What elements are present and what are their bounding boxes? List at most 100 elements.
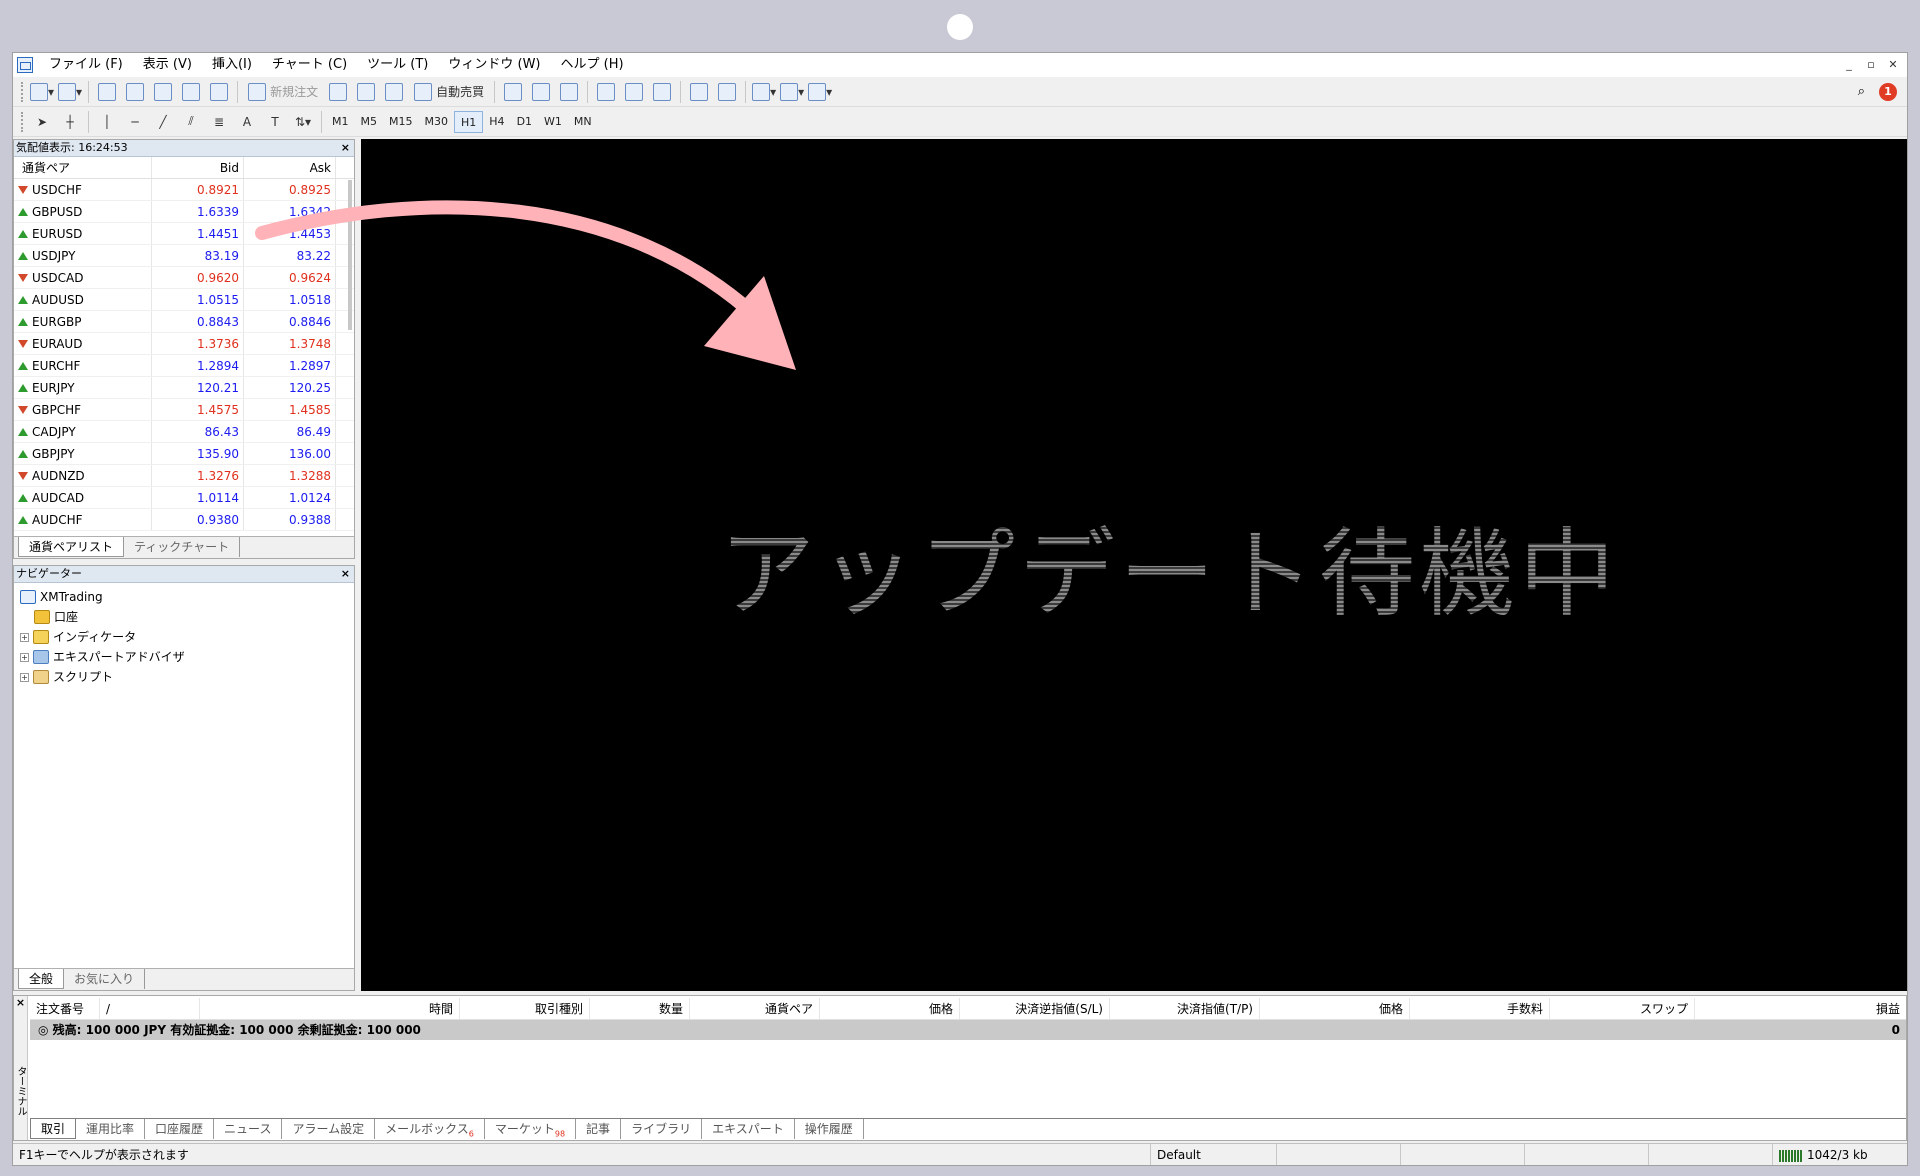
timeframe-h1[interactable]: H1 xyxy=(454,110,484,133)
community-button[interactable] xyxy=(354,80,378,104)
zoom-out-button[interactable] xyxy=(622,80,646,104)
market-watch-row[interactable]: EURAUD 1.3736 1.3748 xyxy=(14,333,354,355)
tab-library[interactable]: ライブラリ xyxy=(621,1119,703,1139)
menu-view[interactable]: 表示 (V) xyxy=(133,53,202,77)
terminal-toggle[interactable] xyxy=(179,80,203,104)
vertical-line-button[interactable]: │ xyxy=(95,110,119,134)
timeframe-mn[interactable]: MN xyxy=(568,111,598,133)
bar-chart-button[interactable] xyxy=(501,80,525,104)
market-watch-row[interactable]: USDJPY 83.19 83.22 xyxy=(14,245,354,267)
close-icon[interactable]: × xyxy=(341,566,350,582)
status-connection[interactable]: 1042/3 kb xyxy=(1773,1144,1907,1165)
col-price-current[interactable]: 価格 xyxy=(1260,998,1410,1019)
timeframe-m1[interactable]: M1 xyxy=(326,111,355,133)
market-watch-row[interactable]: EURGBP 0.8843 0.8846 xyxy=(14,311,354,333)
new-order-button[interactable]: 新規注文 xyxy=(244,80,322,104)
timeframe-m30[interactable]: M30 xyxy=(419,111,455,133)
tab-trade[interactable]: 取引 xyxy=(30,1119,77,1139)
tree-item-expert-advisors[interactable]: + エキスパートアドバイザ xyxy=(20,647,354,667)
scrollbar[interactable] xyxy=(348,180,352,330)
tab-favorites[interactable]: お気に入り xyxy=(64,969,146,989)
market-watch-row[interactable]: AUDUSD 1.0515 1.0518 xyxy=(14,289,354,311)
col-sort[interactable]: / xyxy=(100,998,200,1019)
close-icon[interactable]: × xyxy=(14,996,27,1009)
channel-button[interactable]: ⫽ xyxy=(179,110,203,134)
metaeditor-button[interactable] xyxy=(326,80,350,104)
restore-icon[interactable]: ▫ xyxy=(1863,57,1879,73)
tab-articles[interactable]: 記事 xyxy=(576,1119,622,1139)
menu-help[interactable]: ヘルプ (H) xyxy=(551,53,634,77)
menu-window[interactable]: ウィンドウ (W) xyxy=(438,53,550,77)
timeframe-w1[interactable]: W1 xyxy=(538,111,568,133)
market-watch-row[interactable]: AUDNZD 1.3276 1.3288 xyxy=(14,465,354,487)
arrows-button[interactable]: ⇅▾ xyxy=(291,110,315,134)
horizontal-line-button[interactable]: ─ xyxy=(123,110,147,134)
col-price[interactable]: 価格 xyxy=(820,998,960,1019)
col-tp[interactable]: 決済指値(T/P) xyxy=(1110,998,1260,1019)
tree-item-accounts[interactable]: 口座 xyxy=(20,607,354,627)
tab-account-history[interactable]: 口座履歴 xyxy=(145,1119,215,1139)
col-profit[interactable]: 損益 xyxy=(1695,998,1906,1019)
auto-trade-button[interactable]: 自動売買 xyxy=(410,80,488,104)
menu-chart[interactable]: チャート (C) xyxy=(262,53,357,77)
market-watch-row[interactable]: EURJPY 120.21 120.25 xyxy=(14,377,354,399)
trendline-button[interactable]: ╱ xyxy=(151,110,175,134)
expand-icon[interactable]: + xyxy=(20,632,29,642)
market-watch-toggle[interactable] xyxy=(95,80,119,104)
market-watch-row[interactable]: GBPUSD 1.6339 1.6342 xyxy=(14,201,354,223)
navigator-toggle[interactable] xyxy=(151,80,175,104)
minimize-icon[interactable]: _ xyxy=(1841,57,1857,73)
notification-badge[interactable]: 1 xyxy=(1879,82,1897,101)
col-ask[interactable]: Ask xyxy=(244,157,336,178)
market-watch-row[interactable]: EURUSD 1.4451 1.4453 xyxy=(14,223,354,245)
market-watch-row[interactable]: CADJPY 86.43 86.49 xyxy=(14,421,354,443)
col-time[interactable]: 時間 xyxy=(200,998,460,1019)
zoom-in-button[interactable] xyxy=(594,80,618,104)
menu-insert[interactable]: 挿入(I) xyxy=(202,53,262,77)
market-watch-row[interactable]: USDCHF 0.8921 0.8925 xyxy=(14,179,354,201)
col-symbol[interactable]: 通貨ペア xyxy=(690,998,820,1019)
new-chart-button[interactable]: ▾ xyxy=(30,80,54,104)
periods-button[interactable]: ▾ xyxy=(780,80,804,104)
market-watch-row[interactable]: GBPJPY 135.90 136.00 xyxy=(14,443,354,465)
col-bid[interactable]: Bid xyxy=(152,157,244,178)
line-chart-button[interactable] xyxy=(557,80,581,104)
market-watch-row[interactable]: GBPCHF 1.4575 1.4585 xyxy=(14,399,354,421)
col-ticket[interactable]: 注文番号 xyxy=(30,998,100,1019)
tab-exposure[interactable]: 運用比率 xyxy=(76,1119,146,1139)
tab-symbols[interactable]: 通貨ペアリスト xyxy=(18,537,125,557)
autoscroll-button[interactable] xyxy=(687,80,711,104)
tab-tick-chart[interactable]: ティックチャート xyxy=(124,537,241,557)
market-watch-row[interactable]: AUDCHF 0.9380 0.9388 xyxy=(14,509,354,531)
text-button[interactable]: A xyxy=(235,110,259,134)
market-watch-row[interactable]: USDCAD 0.9620 0.9624 xyxy=(14,267,354,289)
timeframe-d1[interactable]: D1 xyxy=(511,111,538,133)
tab-market[interactable]: マーケット98 xyxy=(485,1119,577,1139)
signals-button[interactable] xyxy=(382,80,406,104)
menu-file[interactable]: ファイル (F) xyxy=(39,53,133,77)
tab-news[interactable]: ニュース xyxy=(214,1119,283,1139)
cursor-button[interactable]: ➤ xyxy=(30,110,54,134)
candlestick-button[interactable] xyxy=(529,80,553,104)
timeframe-m15[interactable]: M15 xyxy=(383,111,419,133)
tree-root[interactable]: XMTrading xyxy=(20,587,354,607)
col-commission[interactable]: 手数料 xyxy=(1410,998,1550,1019)
tab-general[interactable]: 全般 xyxy=(18,969,65,989)
tab-mailbox[interactable]: メールボックス6 xyxy=(375,1119,485,1139)
expand-icon[interactable]: + xyxy=(20,652,29,662)
col-type[interactable]: 取引種別 xyxy=(460,998,590,1019)
tester-toggle[interactable] xyxy=(207,80,231,104)
close-icon[interactable]: × xyxy=(341,140,350,156)
crosshair-button[interactable]: ┼ xyxy=(58,110,82,134)
tree-item-scripts[interactable]: + スクリプト xyxy=(20,667,354,687)
tree-item-indicators[interactable]: + インディケータ xyxy=(20,627,354,647)
balance-row[interactable]: ◎ 残高: 100 000 JPY 有効証拠金: 100 000 余剰証拠金: … xyxy=(30,1020,1906,1040)
col-swap[interactable]: スワップ xyxy=(1550,998,1695,1019)
timeframe-m5[interactable]: M5 xyxy=(355,111,384,133)
tab-experts[interactable]: エキスパート xyxy=(702,1119,795,1139)
market-watch-row[interactable]: AUDCAD 1.0114 1.0124 xyxy=(14,487,354,509)
text-label-button[interactable]: T xyxy=(263,110,287,134)
col-size[interactable]: 数量 xyxy=(590,998,690,1019)
expand-icon[interactable]: + xyxy=(20,672,29,682)
tab-alerts[interactable]: アラーム設定 xyxy=(282,1119,376,1139)
